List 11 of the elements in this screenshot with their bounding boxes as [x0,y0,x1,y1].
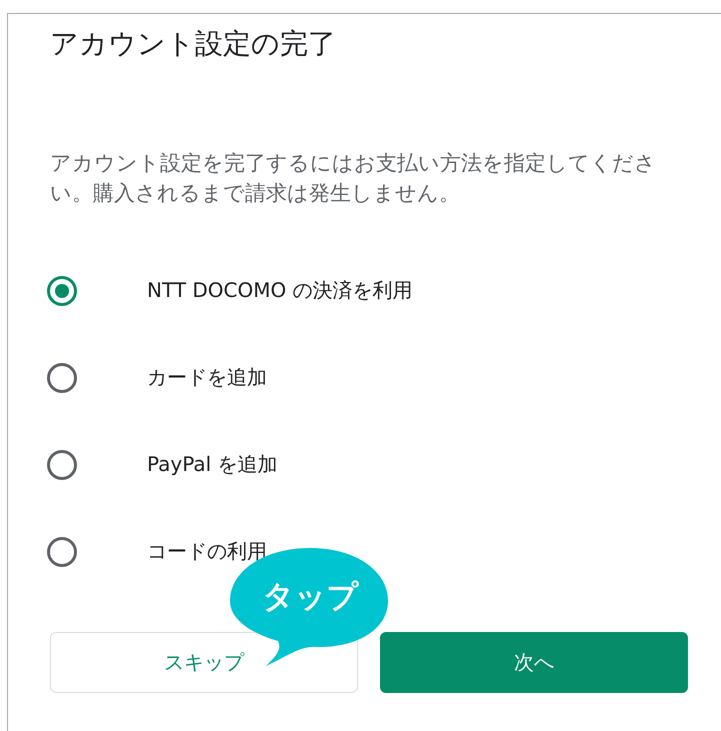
radio-button[interactable] [47,450,77,480]
dialog-title: アカウント設定の完了 [50,26,337,62]
radio-button[interactable] [47,362,77,392]
radio-button[interactable] [47,276,77,306]
option-label[interactable]: PayPal を追加 [147,451,278,478]
skip-button[interactable]: スキップ [50,632,358,693]
option-label[interactable]: カードを追加 [147,364,267,391]
radio-button[interactable] [47,536,77,566]
option-label[interactable]: NTT DOCOMO の決済を利用 [147,277,413,304]
next-button[interactable]: 次へ [380,632,688,693]
description-text: アカウント設定を完了するにはお支払い方法を指定してください。購入されるまで請求は発生しません。 [50,150,657,207]
